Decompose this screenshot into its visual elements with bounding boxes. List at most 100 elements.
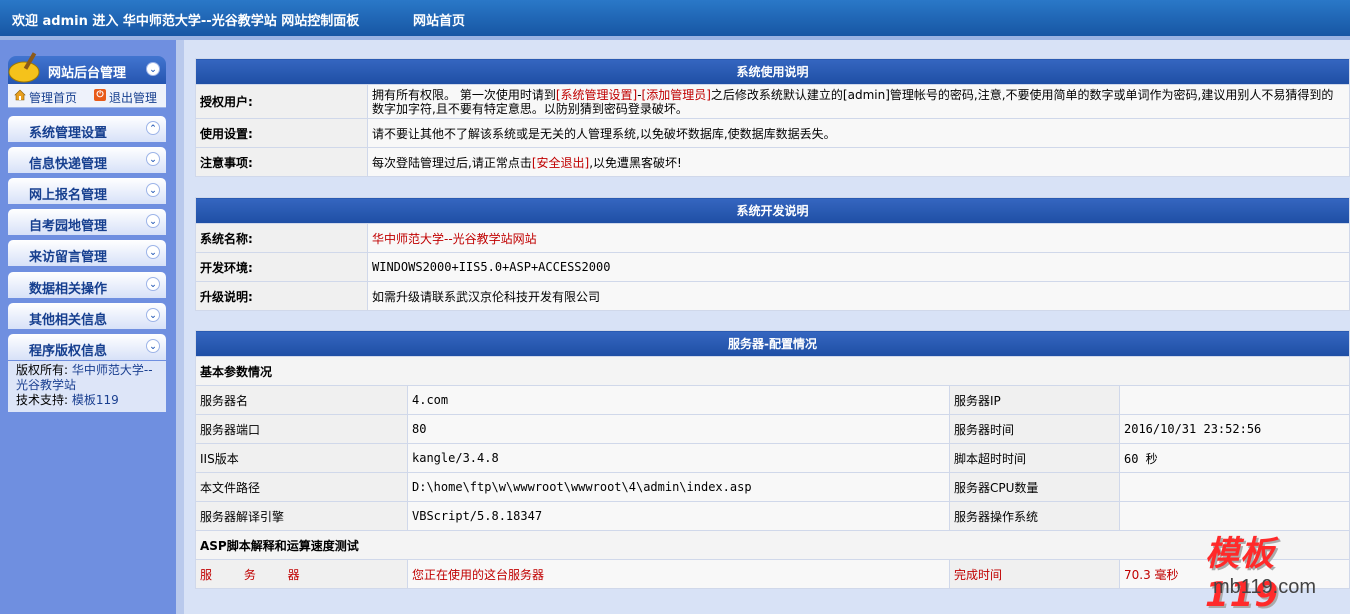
copyright-support-label: 技术支持:: [16, 393, 69, 407]
dev-label-env: 开发环境:: [195, 252, 368, 282]
chevron-down-icon[interactable]: ⌄: [146, 339, 160, 353]
home-icon: [14, 89, 26, 101]
server-value: 80: [407, 414, 950, 444]
sidebar-panel: 网站后台管理 ⌄ 管理首页 ⏻ 退出管理: [8, 52, 166, 108]
server-key: 服务器操作系统: [949, 501, 1120, 531]
menu-label: 其他相关信息: [29, 313, 108, 328]
add-admin-link[interactable]: [添加管理员]: [642, 88, 711, 102]
usage-label-notes: 注意事项:: [195, 147, 368, 177]
menu-guestbook[interactable]: 来访留言管理 ⌄: [8, 240, 166, 266]
server-panel: 服务器-配置情况 基本参数情况 服务器名 4.com 服务器IP 服务器端口 8…: [195, 330, 1350, 589]
dev-label-name: 系统名称:: [195, 223, 368, 253]
logout-link[interactable]: 退出管理: [109, 89, 157, 106]
server-row: 服务器名 4.com 服务器IP: [195, 385, 1350, 415]
server-key: 本文件路径: [195, 472, 408, 502]
server-key: IIS版本: [195, 443, 408, 473]
admin-home-link[interactable]: 管理首页: [29, 89, 77, 106]
server-key: 服务器CPU数量: [949, 472, 1120, 502]
menu-label: 程序版权信息: [29, 344, 108, 359]
menu-data-operations[interactable]: 数据相关操作 ⌄: [8, 272, 166, 298]
menu-label: 网上报名管理: [29, 188, 108, 203]
chevron-down-icon[interactable]: ⌄: [146, 183, 160, 197]
menu-copyright-info[interactable]: 程序版权信息 ⌄: [8, 334, 166, 360]
site-home-link[interactable]: 网站首页: [413, 10, 465, 29]
dev-label-upgrade: 升级说明:: [195, 281, 368, 311]
server-value: 60 秒: [1119, 443, 1350, 473]
server-value: VBScript/5.8.18347: [407, 501, 950, 531]
safe-logout-link[interactable]: [安全退出]: [532, 156, 589, 170]
chevron-down-icon[interactable]: ⌄: [146, 277, 160, 291]
server-key: 服务器解译引擎: [195, 501, 408, 531]
usage-auth-text: 拥有所有权限。 第一次使用时请到: [372, 87, 556, 102]
usage-label-settings: 使用设置:: [195, 118, 368, 148]
menu-info-express[interactable]: 信息快递管理 ⌄: [8, 147, 166, 173]
watermark-brand: 模板119: [1205, 534, 1279, 614]
server-key: 服务器名: [195, 385, 408, 415]
menu-label: 来访留言管理: [29, 250, 108, 265]
usage-value-notes: 每次登陆管理过后,请正常点击[安全退出],以免遭黑客破坏!: [367, 147, 1350, 177]
server-heading: 服务器-配置情况: [195, 330, 1350, 357]
server-row: 本文件路径 D:\home\ftp\w\wwwroot\wwwroot\4\ad…: [195, 472, 1350, 502]
usage-value-settings: 请不要让其他不了解该系统或是无关的人管理系统,以免破坏数据库,使数据库数据丢失。: [367, 118, 1350, 148]
copyright-owner-line: 版权所有: 华中师范大学--光谷教学站: [16, 363, 158, 393]
menu-label: 系统管理设置: [29, 126, 108, 141]
server-value: kangle/3.4.8: [407, 443, 950, 473]
server-basic-title: 基本参数情况: [195, 356, 1350, 386]
usage-notes-text: 每次登陆管理过后,请正常点击: [372, 155, 532, 170]
chevron-down-icon[interactable]: ⌄: [146, 214, 160, 228]
dev-value-upgrade: 如需升级请联系武汉京伦科技开发有限公司: [367, 281, 1350, 311]
speed-row: 服 务 器 您正在使用的这台服务器 完成时间 70.3 毫秒: [195, 559, 1350, 589]
server-value: 2016/10/31 23:52:56: [1119, 414, 1350, 444]
broom-logo-icon: [8, 52, 40, 83]
usage-notes-text-2: ,以免遭黑客破坏!: [589, 155, 682, 170]
dev-panel: 系统开发说明 系统名称: 华中师范大学--光谷教学站网站 开发环境: WINDO…: [195, 197, 1350, 311]
dev-value-name: 华中师范大学--光谷教学站网站: [367, 223, 1350, 253]
welcome-text: 欢迎 admin 进入 华中师范大学--光谷教学站 网站控制面板: [12, 14, 360, 29]
copyright-support[interactable]: 模板119: [72, 393, 119, 407]
sidebar-quick-links: 管理首页 ⏻ 退出管理: [8, 84, 166, 108]
system-settings-link[interactable]: [系统管理设置]: [556, 88, 637, 102]
sidebar-title: 网站后台管理: [48, 66, 127, 81]
menu-label: 数据相关操作: [29, 282, 108, 297]
server-value: D:\home\ftp\w\wwwroot\wwwroot\4\admin\in…: [407, 472, 950, 502]
copyright-box: 版权所有: 华中师范大学--光谷教学站 技术支持: 模板119: [8, 361, 166, 412]
chevron-up-icon[interactable]: ⌃: [146, 121, 160, 135]
server-row: 服务器解译引擎 VBScript/5.8.18347 服务器操作系统: [195, 501, 1350, 531]
menu-system-settings[interactable]: 系统管理设置 ⌃: [8, 116, 166, 142]
copyright-support-line: 技术支持: 模板119: [16, 393, 158, 408]
menu-label: 信息快递管理: [29, 157, 108, 172]
server-value: [1119, 385, 1350, 415]
usage-heading: 系统使用说明: [195, 58, 1350, 85]
dev-heading: 系统开发说明: [195, 197, 1350, 224]
speed-test-title: ASP脚本解释和运算速度测试: [195, 530, 1350, 560]
watermark: 模板119 mb119.com: [1205, 526, 1345, 614]
chevron-down-icon[interactable]: ⌄: [146, 152, 160, 166]
chevron-down-icon[interactable]: ⌄: [146, 245, 160, 259]
usage-panel: 系统使用说明 授权用户: 拥有所有权限。 第一次使用时请到[系统管理设置]-[添…: [195, 58, 1350, 177]
server-key: 脚本超时时间: [949, 443, 1120, 473]
speed-value: 您正在使用的这台服务器: [407, 559, 950, 589]
server-value: [1119, 472, 1350, 502]
server-row: IIS版本 kangle/3.4.8 脚本超时时间 60 秒: [195, 443, 1350, 473]
menu-self-study[interactable]: 自考园地管理 ⌄: [8, 209, 166, 235]
server-row: 服务器端口 80 服务器时间 2016/10/31 23:52:56: [195, 414, 1350, 444]
server-key: 服务器端口: [195, 414, 408, 444]
logout-icon: ⏻: [94, 89, 106, 101]
server-key: 服务器IP: [949, 385, 1120, 415]
copyright-owner-label: 版权所有:: [16, 363, 69, 377]
sidebar-header: 网站后台管理 ⌄: [8, 52, 166, 84]
menu-other-info[interactable]: 其他相关信息 ⌄: [8, 303, 166, 329]
top-bar: 欢迎 admin 进入 华中师范大学--光谷教学站 网站控制面板 网站首页: [0, 0, 1350, 36]
speed-key: 完成时间: [949, 559, 1120, 589]
dev-value-env: WINDOWS2000+IIS5.0+ASP+ACCESS2000: [367, 252, 1350, 282]
usage-label-auth: 授权用户:: [195, 84, 368, 119]
chevron-down-icon[interactable]: ⌄: [146, 308, 160, 322]
watermark-url: mb119.com: [1213, 576, 1317, 598]
server-value: 4.com: [407, 385, 950, 415]
menu-label: 自考园地管理: [29, 219, 108, 234]
chevron-down-icon[interactable]: ⌄: [146, 62, 160, 76]
usage-value-auth: 拥有所有权限。 第一次使用时请到[系统管理设置]-[添加管理员]之后修改系统默认…: [367, 84, 1350, 119]
server-key: 服务器时间: [949, 414, 1120, 444]
menu-online-registration[interactable]: 网上报名管理 ⌄: [8, 178, 166, 204]
speed-key: 服 务 器: [195, 559, 408, 589]
